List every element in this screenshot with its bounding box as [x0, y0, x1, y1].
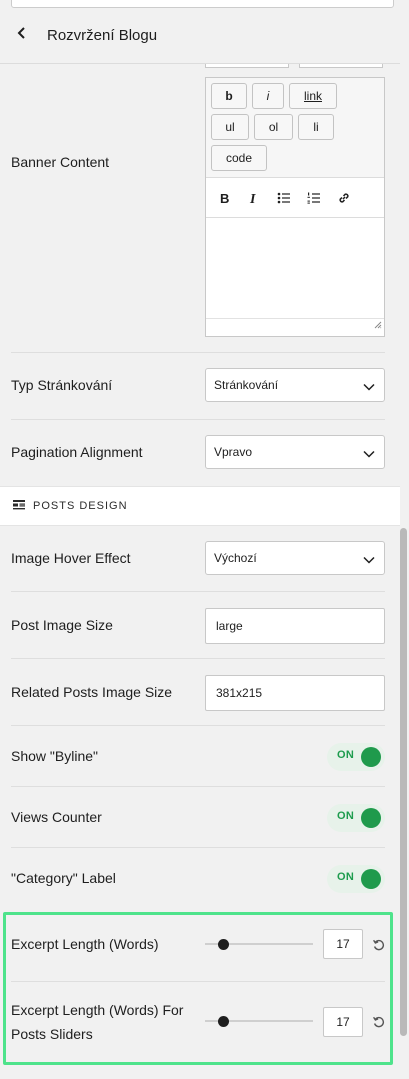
- post-image-size-label: Post Image Size: [11, 617, 113, 633]
- category-label-label: "Category" Label: [11, 870, 116, 886]
- chevron-left-icon: [17, 26, 27, 45]
- image-hover-select[interactable]: Výchozí: [205, 541, 385, 575]
- toggle-knob: [361, 747, 381, 767]
- image-hover-row: Image Hover Effect Výchozí: [11, 526, 385, 592]
- section-title: POSTS DESIGN: [33, 500, 128, 512]
- banner-editor: b i link ul ol li code B I: [205, 77, 385, 337]
- category-label-row: "Category" Label ON: [11, 848, 385, 909]
- editor-content-area[interactable]: [206, 218, 384, 318]
- qt-bold-button[interactable]: b: [211, 83, 247, 109]
- post-image-size-input[interactable]: large: [205, 608, 385, 644]
- banner-content-label: Banner Content: [11, 154, 110, 170]
- page-title: Rozvržení Blogu: [47, 27, 158, 44]
- bulleted-list-icon[interactable]: [274, 188, 294, 208]
- pagination-type-label: Typ Stránkování: [11, 377, 113, 393]
- chevron-down-icon: [363, 553, 375, 567]
- pagination-alignment-label: Pagination Alignment: [11, 444, 143, 460]
- qt-italic-button[interactable]: i: [252, 83, 284, 109]
- pagination-type-row: Typ Stránkování Stránkování: [11, 353, 385, 420]
- related-image-size-label: Related Posts Image Size: [11, 684, 173, 700]
- qt-ol-button[interactable]: ol: [254, 114, 293, 140]
- pagination-type-select[interactable]: Stránkování: [205, 368, 385, 402]
- post-image-size-row: Post Image Size large: [11, 592, 385, 659]
- partial-control: [205, 64, 289, 68]
- link-icon[interactable]: [334, 188, 354, 208]
- pagination-alignment-select[interactable]: Vpravo: [205, 435, 385, 469]
- layout-icon: [13, 497, 25, 515]
- qt-code-button[interactable]: code: [211, 145, 267, 171]
- highlight-box: [3, 912, 393, 1065]
- image-hover-label: Image Hover Effect: [11, 550, 131, 566]
- toggle-state: ON: [337, 749, 355, 761]
- show-byline-toggle[interactable]: ON: [327, 743, 385, 771]
- qt-li-button[interactable]: li: [298, 114, 334, 140]
- editor-status-bar: [206, 318, 384, 336]
- pagination-alignment-row: Pagination Alignment Vpravo: [11, 420, 385, 486]
- posts-design-section-header[interactable]: POSTS DESIGN: [0, 486, 400, 526]
- bold-icon[interactable]: B: [215, 188, 235, 208]
- resize-grip-icon[interactable]: [374, 316, 382, 334]
- show-byline-row: Show "Byline" ON: [11, 726, 385, 787]
- pagination-alignment-value: Vpravo: [214, 445, 253, 459]
- qt-link-button[interactable]: link: [289, 83, 337, 109]
- italic-icon[interactable]: I: [244, 188, 264, 208]
- chevron-down-icon: [363, 380, 375, 394]
- toggle-state: ON: [337, 810, 355, 822]
- related-image-size-input[interactable]: 381x215: [205, 675, 385, 711]
- chevron-down-icon: [363, 447, 375, 461]
- toggle-knob: [361, 808, 381, 828]
- views-counter-row: Views Counter ON: [11, 787, 385, 848]
- panel-header: Rozvržení Blogu: [0, 8, 400, 64]
- category-label-toggle[interactable]: ON: [327, 865, 385, 893]
- pagination-type-value: Stránkování: [214, 378, 279, 392]
- svg-text:B: B: [220, 191, 229, 205]
- formatting-toolbar: B I: [206, 178, 384, 218]
- partial-control: [299, 64, 383, 68]
- image-hover-value: Výchozí: [214, 551, 257, 565]
- toggle-state: ON: [337, 871, 355, 883]
- customizer-panel: Rozvržení Blogu Banner Content b i link …: [0, 0, 400, 1079]
- related-image-size-row: Related Posts Image Size 381x215: [11, 659, 385, 726]
- views-counter-label: Views Counter: [11, 809, 102, 825]
- qt-ul-button[interactable]: ul: [211, 114, 249, 140]
- quicktags-toolbar: b i link ul ol li code: [206, 78, 384, 178]
- numbered-list-icon[interactable]: [304, 188, 324, 208]
- back-button[interactable]: [0, 8, 44, 64]
- top-input-partial[interactable]: [11, 0, 394, 8]
- show-byline-label: Show "Byline": [11, 748, 98, 764]
- toggle-knob: [361, 869, 381, 889]
- svg-text:I: I: [249, 192, 256, 205]
- views-counter-toggle[interactable]: ON: [327, 804, 385, 832]
- scrollbar-thumb[interactable]: [400, 528, 407, 1036]
